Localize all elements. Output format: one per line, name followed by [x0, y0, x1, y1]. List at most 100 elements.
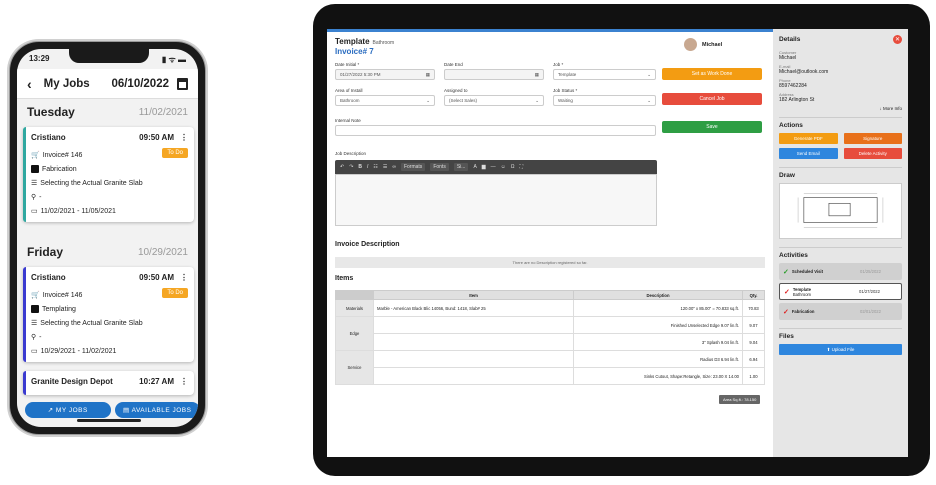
job-select[interactable]: Template ⌄: [553, 69, 656, 80]
link-icon[interactable]: ∞: [392, 164, 396, 170]
hr-icon[interactable]: —: [491, 164, 496, 170]
date-initial-label: Date Initial *: [335, 62, 360, 67]
bg-color-icon[interactable]: ▆: [482, 164, 486, 170]
drawing-preview[interactable]: [779, 183, 902, 239]
emoji-icon[interactable]: ☺: [501, 164, 506, 170]
date-initial-value: 01/27/2022 5:30 PM: [340, 72, 381, 77]
desc-label: Job Description: [335, 151, 367, 156]
activity-item[interactable]: ✓ Fabrication 02/01/2022: [779, 303, 902, 320]
avatar: [684, 38, 697, 51]
upload-icon: ⬆: [826, 346, 831, 352]
save-button[interactable]: Save: [662, 121, 762, 133]
area-select[interactable]: Bathroom ⌄: [335, 95, 435, 106]
card-dates: 10/29/2021 - 11/02/2021: [40, 347, 117, 355]
upload-file-button[interactable]: ⬆ Upload File: [779, 344, 902, 355]
status-value: Waiting: [558, 98, 573, 103]
calendar-icon[interactable]: ▦: [535, 72, 539, 78]
redo-icon[interactable]: ↷: [349, 164, 353, 170]
day-name: Tuesday: [27, 105, 75, 119]
location-pin-icon: ⚲: [31, 194, 37, 201]
address-value: 182 Arlington St: [779, 97, 815, 103]
card-invoice: Invoice# 146: [42, 151, 83, 159]
more-info-link[interactable]: ↓ More Info: [779, 106, 902, 111]
bullet-list-icon[interactable]: ☰: [383, 164, 387, 170]
row-category: Edge: [335, 316, 374, 351]
user-name: Michael: [702, 42, 723, 48]
signature-button[interactable]: Signature: [843, 133, 902, 144]
omega-icon[interactable]: Ω: [511, 164, 515, 170]
generate-pdf-button[interactable]: Generate PDF: [779, 133, 838, 144]
row-qty: 9.07: [742, 316, 765, 334]
day-date: 10/29/2021: [137, 246, 188, 258]
location-pin-icon: ⚲: [31, 334, 37, 341]
card-job: Fabrication: [42, 165, 77, 173]
more-vertical-icon[interactable]: ⋮: [180, 377, 188, 386]
row-description: Sinks Cutout, Shape:Retangle, Size: 23.0…: [573, 367, 743, 385]
assigned-select[interactable]: (Select Sales) ⌄: [444, 95, 544, 106]
set-work-done-button[interactable]: Set as Work Done: [662, 68, 762, 80]
status-select[interactable]: Waiting ⌄: [553, 95, 656, 106]
text-color-icon[interactable]: A: [473, 164, 476, 170]
activity-name: Fabrication: [791, 309, 815, 314]
card-time: 09:50 AM: [139, 273, 174, 282]
date-end-input[interactable]: ▦: [444, 69, 544, 80]
close-icon[interactable]: ✕: [893, 35, 902, 44]
more-vertical-icon[interactable]: ⋮: [180, 133, 188, 142]
calendar-icon[interactable]: ▦: [426, 72, 430, 78]
job-card[interactable]: Granite Design Depot 10:27 AM ⋮: [23, 371, 194, 395]
formats-dropdown[interactable]: Formats: [400, 163, 426, 171]
delete-activity-button[interactable]: Delete Activity: [843, 148, 902, 159]
back-icon[interactable]: ‹: [27, 76, 32, 92]
activity-item[interactable]: ✓ Scheduled Visit 01/25/2022: [779, 263, 902, 280]
briefcase-icon: [31, 305, 39, 313]
card-customer: Cristiano: [31, 273, 66, 282]
row-qty: 9.04: [742, 333, 765, 351]
countertop-drawing: [797, 193, 884, 228]
check-icon: ✓: [783, 308, 789, 316]
assigned-value: (Select Sales): [449, 98, 478, 103]
italic-icon[interactable]: I: [367, 164, 368, 170]
calendar-icon: ▭: [31, 208, 38, 215]
my-jobs-button[interactable]: ↗ MY JOBS: [25, 402, 111, 418]
undo-icon[interactable]: ↶: [340, 164, 344, 170]
activity-sub: Bathroom: [792, 291, 812, 297]
card-time: 10:27 AM: [139, 377, 174, 386]
details-title: Details: [779, 36, 801, 43]
table-header: Item: [373, 290, 574, 300]
bold-icon[interactable]: B: [358, 164, 362, 170]
table-row: 3" Splash 9.04 lin.ft. 9.04: [336, 333, 765, 351]
chevron-down-icon: ⌄: [647, 71, 651, 77]
list-icon: ☰: [31, 320, 38, 327]
job-card[interactable]: Cristiano 09:50 AM ⋮ To Do 🛒 Invoice# 146 F…: [23, 127, 194, 222]
cart-icon: 🛒: [31, 292, 40, 299]
internal-note-input[interactable]: [335, 125, 656, 136]
fullscreen-icon[interactable]: ⛶: [520, 164, 524, 170]
job-description-editor[interactable]: [335, 174, 657, 226]
invoice-link[interactable]: Invoice# 7: [335, 47, 374, 56]
phone-mockup: 13:29 ▮ ᯤ ▬ ‹ My Jobs 06/10/2022 Tuesday…: [9, 41, 206, 435]
check-icon: ✓: [784, 288, 790, 296]
available-jobs-button[interactable]: ▤ AVAILABLE JOBS: [114, 402, 198, 418]
actions-title: Actions: [779, 122, 803, 129]
row-description: 120.00" x 85.00" = 70.833 sq.ft.: [573, 299, 743, 317]
briefcase-icon: [31, 165, 39, 173]
date-initial-input[interactable]: 01/27/2022 5:30 PM ▦: [335, 69, 435, 80]
card-customer: Granite Design Depot: [31, 377, 113, 386]
more-vertical-icon[interactable]: ⋮: [180, 273, 188, 282]
send-email-button[interactable]: Send Email: [779, 148, 838, 159]
ordered-list-icon[interactable]: ☷: [373, 164, 377, 170]
area-label: Area of Install: [335, 88, 363, 93]
cancel-job-button[interactable]: Cancel Job: [662, 93, 762, 105]
fonts-dropdown[interactable]: Fonts: [430, 163, 449, 171]
size-dropdown[interactable]: Si...: [453, 163, 469, 171]
calendar-icon[interactable]: [177, 77, 188, 90]
day-name: Friday: [27, 245, 64, 259]
arrow-down-icon: ↓: [879, 106, 882, 111]
row-category: Materials: [335, 299, 374, 317]
more-info-label: More Info: [882, 106, 902, 111]
job-card[interactable]: Cristiano 09:50 AM ⋮ To Do 🛒 Invoice# 146 T…: [23, 267, 194, 362]
table-header: [335, 290, 374, 300]
activity-item[interactable]: ✓ Template Bathroom 01/27/2022: [779, 283, 902, 300]
row-description: 3" Splash 9.04 lin.ft.: [573, 333, 743, 351]
items-table: Item Description Qty. Materials Marble -…: [335, 290, 765, 385]
